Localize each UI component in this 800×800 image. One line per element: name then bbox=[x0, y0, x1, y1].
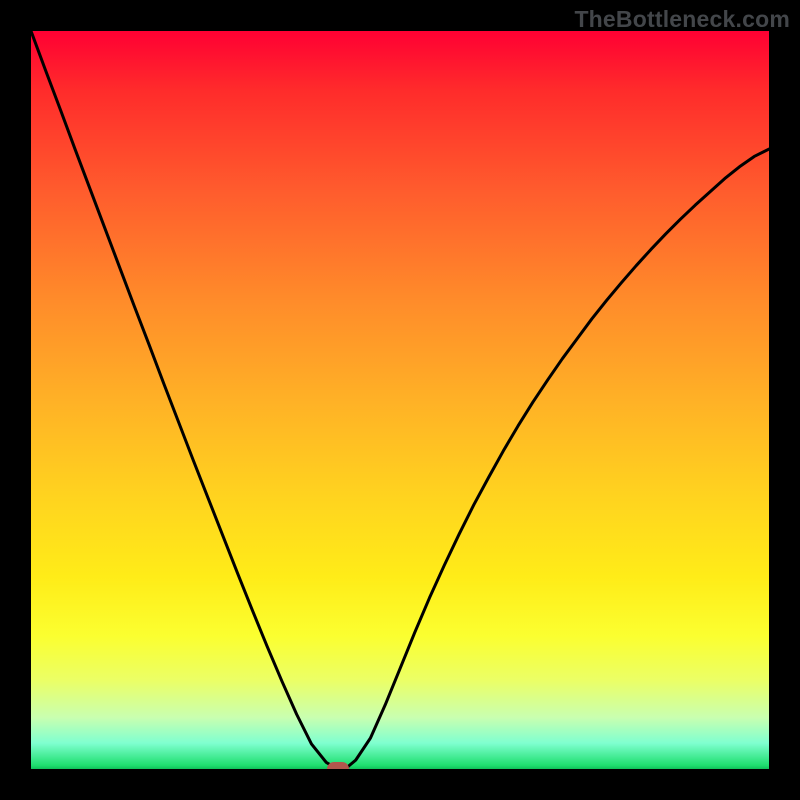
curve-svg bbox=[31, 31, 769, 769]
minimum-marker bbox=[327, 762, 349, 769]
watermark-text: TheBottleneck.com bbox=[574, 6, 790, 33]
chart-frame: TheBottleneck.com bbox=[0, 0, 800, 800]
plot-area bbox=[31, 31, 769, 769]
bottleneck-curve bbox=[31, 31, 769, 769]
